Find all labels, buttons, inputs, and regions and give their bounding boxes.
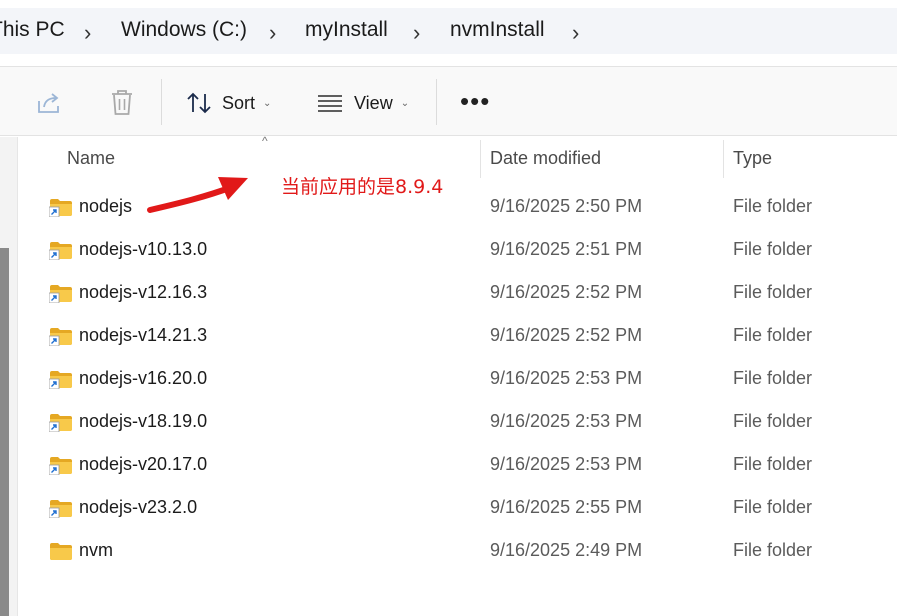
- file-name[interactable]: nvm: [79, 540, 113, 561]
- file-name[interactable]: nodejs-v23.2.0: [79, 497, 197, 518]
- file-date-modified: 9/16/2025 2:52 PM: [490, 325, 643, 345]
- file-date-modified: 9/16/2025 2:55 PM: [490, 497, 643, 517]
- chevron-right-icon[interactable]: ›: [413, 20, 420, 46]
- navigation-pane-scrollbar[interactable]: [0, 248, 9, 616]
- more-options-button[interactable]: •••: [460, 88, 490, 114]
- file-row[interactable]: nodejs-v20.17.0 9/16/2025 2:53 PM File fol…: [30, 444, 897, 486]
- file-type: File folder: [733, 325, 813, 345]
- folder-icon: [50, 543, 72, 560]
- file-row[interactable]: nvm 9/16/2025 2:49 PM File folder: [30, 530, 897, 572]
- file-name[interactable]: nodejs-v20.17.0: [79, 454, 207, 475]
- address-bar[interactable]: This PC › Windows (C:) › myInstall › nvm…: [0, 8, 897, 54]
- folder-shortcut-icon: [49, 285, 72, 303]
- file-type: File folder: [733, 282, 813, 302]
- file-name[interactable]: nodejs: [79, 196, 132, 217]
- view-button[interactable]: View ⌄: [316, 89, 409, 117]
- command-bar: Sort ⌄ View ⌄: [0, 66, 897, 136]
- file-type: File folder: [733, 540, 813, 560]
- file-date-modified: 9/16/2025 2:50 PM: [490, 196, 643, 216]
- file-row[interactable]: nodejs-v16.20.0 9/16/2025 2:53 PM File fol…: [30, 358, 897, 400]
- file-date-modified: 9/16/2025 2:53 PM: [490, 454, 643, 474]
- file-row[interactable]: nodejs-v10.13.0 9/16/2025 2:51 PM File fol…: [30, 229, 897, 271]
- file-row[interactable]: nodejs-v14.21.3 9/16/2025 2:52 PM File fol…: [30, 315, 897, 357]
- file-type: File folder: [733, 368, 813, 388]
- breadcrumb-nvminstall[interactable]: nvmInstall: [450, 18, 545, 42]
- chevron-down-icon: ⌄: [400, 97, 410, 109]
- sort-button[interactable]: Sort ⌄: [186, 89, 271, 117]
- folder-shortcut-icon: [49, 500, 72, 518]
- view-label: View: [354, 92, 393, 113]
- view-list-icon: [318, 95, 342, 112]
- file-name[interactable]: nodejs-v10.13.0: [79, 239, 207, 260]
- annotation-text: 当前应用的是8.9.4: [281, 176, 444, 198]
- column-divider[interactable]: [480, 140, 481, 178]
- file-date-modified: 9/16/2025 2:53 PM: [490, 411, 643, 431]
- toolbar-separator: [161, 79, 162, 125]
- folder-shortcut-icon: [49, 414, 72, 432]
- folder-shortcut-icon: [49, 371, 72, 389]
- chevron-right-icon[interactable]: ›: [572, 20, 579, 46]
- file-row[interactable]: nodejs-v12.16.3 9/16/2025 2:52 PM File fol…: [30, 272, 897, 314]
- file-name[interactable]: nodejs-v18.19.0: [79, 411, 207, 432]
- file-row[interactable]: nodejs-v23.2.0 9/16/2025 2:55 PM File fold…: [30, 487, 897, 529]
- red-arrow-annotation-icon: [147, 177, 248, 213]
- breadcrumb-this-pc[interactable]: This PC: [0, 18, 65, 42]
- file-date-modified: 9/16/2025 2:51 PM: [490, 239, 643, 259]
- folder-shortcut-icon: [49, 457, 72, 475]
- share-icon[interactable]: [36, 91, 64, 115]
- file-type: File folder: [733, 454, 813, 474]
- file-name[interactable]: nodejs-v16.20.0: [79, 368, 207, 389]
- file-name[interactable]: nodejs-v12.16.3: [79, 282, 207, 303]
- column-header-date-modified[interactable]: Date modified: [490, 148, 601, 169]
- folder-shortcut-icon: [49, 242, 72, 260]
- file-type: File folder: [733, 411, 813, 431]
- chevron-down-icon: ⌄: [263, 97, 272, 109]
- chevron-right-icon[interactable]: ›: [269, 20, 276, 46]
- trash-icon[interactable]: [109, 89, 135, 117]
- file-type: File folder: [733, 497, 813, 517]
- folder-shortcut-icon: [49, 328, 72, 346]
- file-name[interactable]: nodejs-v14.21.3: [79, 325, 207, 346]
- sort-icon: [187, 92, 211, 114]
- folder-shortcut-icon: [49, 199, 72, 217]
- file-date-modified: 9/16/2025 2:52 PM: [490, 282, 643, 302]
- file-type: File folder: [733, 239, 813, 259]
- chevron-right-icon[interactable]: ›: [84, 20, 91, 46]
- toolbar-separator: [436, 79, 437, 125]
- column-divider[interactable]: [723, 140, 724, 178]
- column-header-type[interactable]: Type: [733, 148, 772, 169]
- column-header-name[interactable]: Name: [67, 148, 115, 169]
- breadcrumb-windows-c[interactable]: Windows (C:): [121, 18, 247, 42]
- file-row[interactable]: nodejs-v18.19.0 9/16/2025 2:53 PM File fol…: [30, 401, 897, 443]
- file-date-modified: 9/16/2025 2:53 PM: [490, 368, 643, 388]
- breadcrumb-myinstall[interactable]: myInstall: [305, 18, 388, 42]
- file-type: File folder: [733, 196, 813, 216]
- sort-label: Sort: [222, 92, 256, 113]
- sort-ascending-icon: ^: [262, 134, 268, 148]
- file-date-modified: 9/16/2025 2:49 PM: [490, 540, 643, 560]
